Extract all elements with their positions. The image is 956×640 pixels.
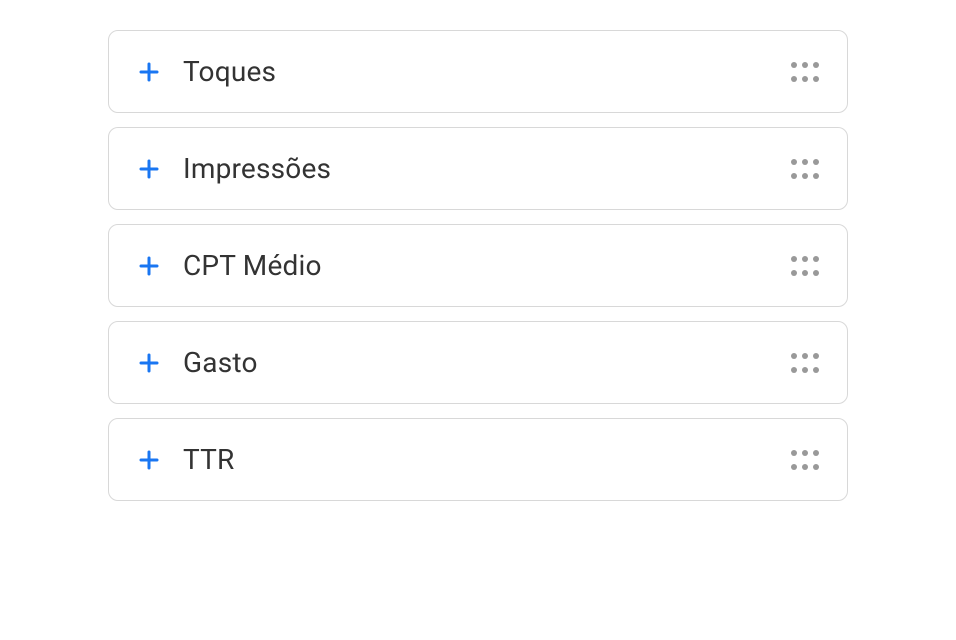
list-item[interactable]: CPT Médio: [108, 224, 848, 307]
list-item[interactable]: TTR: [108, 418, 848, 501]
drag-handle-icon[interactable]: [791, 353, 819, 373]
item-left-group: Gasto: [137, 346, 258, 379]
metric-label: CPT Médio: [183, 249, 322, 282]
item-left-group: CPT Médio: [137, 249, 322, 282]
item-left-group: TTR: [137, 443, 235, 476]
drag-handle-icon[interactable]: [791, 256, 819, 276]
plus-icon[interactable]: [137, 448, 161, 472]
drag-handle-icon[interactable]: [791, 159, 819, 179]
metric-label: Impressões: [183, 152, 331, 185]
item-left-group: Toques: [137, 55, 276, 88]
list-item[interactable]: Impressões: [108, 127, 848, 210]
metric-label: Toques: [183, 55, 276, 88]
drag-handle-icon[interactable]: [791, 450, 819, 470]
metric-label: Gasto: [183, 346, 258, 379]
metrics-list: Toques Impressões: [108, 30, 848, 501]
list-item[interactable]: Gasto: [108, 321, 848, 404]
list-item[interactable]: Toques: [108, 30, 848, 113]
plus-icon[interactable]: [137, 254, 161, 278]
plus-icon[interactable]: [137, 351, 161, 375]
plus-icon[interactable]: [137, 60, 161, 84]
drag-handle-icon[interactable]: [791, 62, 819, 82]
plus-icon[interactable]: [137, 157, 161, 181]
metric-label: TTR: [183, 443, 235, 476]
item-left-group: Impressões: [137, 152, 331, 185]
